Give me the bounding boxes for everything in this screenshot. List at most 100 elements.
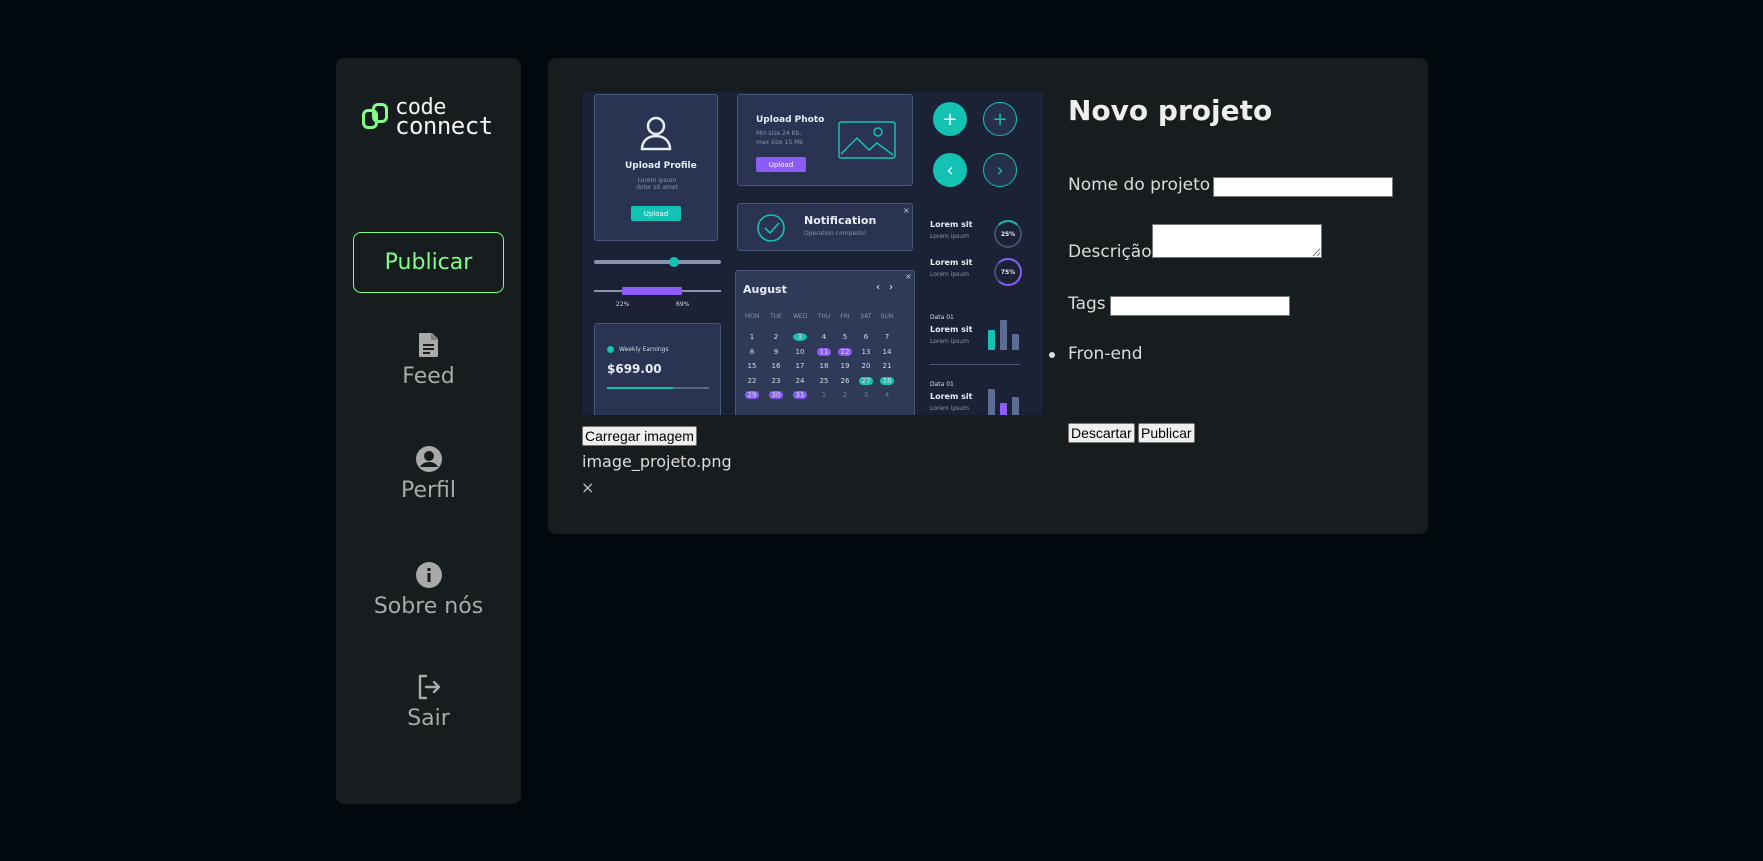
calendar-day: 29 [745, 391, 759, 399]
logout-icon [414, 672, 444, 702]
preview-bar [1012, 397, 1019, 415]
description-textarea[interactable] [1152, 224, 1322, 258]
preview-range-fill [621, 287, 682, 295]
chevron-right-icon: › [983, 153, 1017, 187]
preview-text: max size 15 Mb [756, 139, 804, 146]
preview-slider-track [594, 260, 721, 264]
calendar-weekday: MON [745, 313, 760, 320]
calendar-day: 10 [795, 347, 805, 356]
preview-text: Upload Photo [756, 115, 825, 125]
preview-text: Lorem ipsum [930, 338, 969, 345]
preview-calendar-panel: August ‹ › × MON TUE WED THU FRI SAT SUN 1 2 3 4 5 6… [735, 270, 915, 415]
tags-input[interactable] [1110, 296, 1290, 316]
uploaded-file-name: image_projeto.png [582, 452, 732, 471]
document-icon [414, 330, 444, 360]
publish-nav-button[interactable]: Publicar [353, 232, 504, 293]
calendar-day: 16 [771, 362, 781, 370]
preview-bar [1012, 334, 1019, 350]
preview-bar [988, 389, 995, 415]
divider [930, 364, 1020, 365]
calendar-day: 3 [863, 391, 869, 399]
new-project-card: Upload Profile Lorem ipsum dolor sit ame… [548, 58, 1428, 534]
remove-file-icon[interactable]: × [581, 478, 594, 497]
close-icon: × [903, 206, 910, 215]
calendar-day: 30 [769, 391, 783, 399]
plus-icon: + [933, 102, 967, 136]
calendar-day: 6 [863, 333, 869, 341]
preview-text: 69% [676, 301, 690, 308]
calendar-weekday: SUN [880, 313, 894, 320]
calendar-day: 28 [880, 376, 894, 385]
calendar-weekday: TUE [770, 313, 782, 320]
calendar-day: 21 [882, 362, 892, 370]
chevron-left-icon: ‹ [876, 282, 880, 293]
check-circle-icon [757, 214, 785, 242]
preview-text: Lorem sit [930, 325, 973, 334]
calendar-day: 11 [817, 347, 831, 356]
logo-mark-icon [361, 100, 391, 134]
calendar-day: 27 [859, 376, 873, 385]
preview-text: Min size 24 Kb, [756, 130, 802, 137]
account-circle-icon [414, 444, 444, 474]
image-icon [838, 121, 896, 159]
sidebar-item-feed[interactable]: Feed [336, 330, 521, 389]
calendar-day: 13 [861, 347, 871, 356]
preview-text: Lorem ipsum [930, 271, 969, 278]
sidebar: code connect Publicar Feed Perfil Sobre … [336, 58, 521, 804]
plus-icon: + [983, 102, 1017, 136]
calendar-day: 31 [793, 391, 807, 399]
sidebar-item-sair[interactable]: Sair [336, 672, 521, 731]
preview-text: $699.00 [607, 362, 662, 376]
publish-button[interactable]: Publicar [1138, 423, 1195, 443]
calendar-day: 2 [773, 333, 779, 341]
project-name-input[interactable] [1213, 177, 1393, 197]
calendar-day: 22 [747, 376, 757, 385]
info-icon [414, 560, 444, 590]
preview-upload-profile-panel: Upload Profile Lorem ipsum dolor sit ame… [594, 94, 718, 241]
preview-text: Lorem ipsum [930, 405, 969, 412]
preview-text: Data 01 [930, 314, 954, 321]
logo-text: code connect [395, 97, 493, 139]
sidebar-item-perfil[interactable]: Perfil [336, 444, 521, 503]
code-connect-logo[interactable]: code connect [361, 97, 493, 139]
project-name-label: Nome do projeto [1068, 175, 1211, 195]
calendar-day: 2 [842, 391, 848, 399]
user-icon [640, 116, 672, 151]
page-title: Novo projeto [1068, 94, 1273, 127]
preview-notification-panel: Notification Operation complete! × [737, 203, 913, 251]
calendar-weekday: FRI [840, 313, 850, 320]
calendar-day: 4 [821, 333, 827, 341]
preview-bar [1000, 403, 1007, 415]
preview-text: 22% [616, 301, 630, 308]
upload-image-button[interactable]: Carregar imagem [582, 426, 697, 446]
sidebar-item-label: Sobre nós [373, 594, 484, 619]
calendar-day: 1 [821, 391, 827, 399]
calendar-day: 26 [840, 376, 850, 385]
calendar-day: 15 [747, 362, 757, 370]
discard-button[interactable]: Descartar [1068, 423, 1135, 443]
preview-upload-button: Upload [631, 206, 681, 221]
preview-bar [1000, 320, 1007, 350]
sidebar-item-sobre-nos[interactable]: Sobre nós [336, 560, 521, 619]
calendar-day: 5 [842, 333, 848, 341]
tag-item: Fron-end [1068, 344, 1143, 364]
preview-progress-ring: 25% [994, 220, 1022, 248]
calendar-day: 24 [795, 376, 805, 385]
preview-upload-photo-panel: Upload Photo Min size 24 Kb, max size 15… [737, 94, 913, 186]
calendar-weekday: WED [793, 313, 808, 320]
calendar-day: 3 [793, 333, 807, 341]
preview-text: August [743, 283, 787, 296]
preview-text: Lorem sit [930, 258, 973, 267]
preview-text: Operation complete! [804, 230, 867, 237]
calendar-day: 25 [819, 376, 829, 385]
calendar-day: 12 [838, 347, 852, 356]
calendar-weekday: THU [817, 313, 831, 320]
sidebar-item-label: Sair [407, 706, 450, 731]
sidebar-item-label: Feed [402, 364, 455, 389]
preview-text: Data 01 [930, 381, 954, 388]
preview-text: Lorem sit [930, 392, 973, 401]
calendar-day: 9 [773, 347, 779, 356]
chevron-right-icon: › [889, 282, 893, 293]
preview-slider-handle [669, 257, 679, 267]
calendar-day: 4 [884, 391, 890, 399]
